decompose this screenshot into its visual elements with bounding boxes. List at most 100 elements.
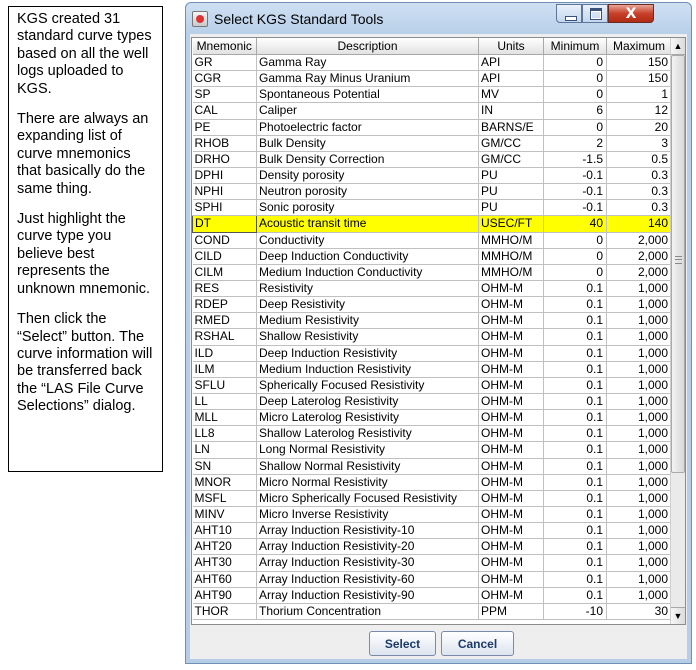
units-cell[interactable]: MMHO/M	[478, 264, 544, 281]
minimum-cell[interactable]: 0.1	[543, 458, 607, 475]
mnemonic-cell[interactable]: RDEP	[192, 296, 257, 314]
units-cell[interactable]: OHM-M	[478, 571, 544, 588]
maximum-cell[interactable]: 1,000	[606, 312, 672, 330]
mnemonic-cell[interactable]: ILM	[192, 361, 257, 378]
mnemonic-cell[interactable]: MLL	[192, 409, 257, 427]
maximum-cell[interactable]: 1,000	[606, 522, 672, 540]
description-cell[interactable]: Spherically Focused Resistivity	[256, 377, 479, 394]
maximum-cell[interactable]: 1,000	[606, 377, 672, 394]
maximum-cell[interactable]: 1,000	[606, 458, 672, 475]
mnemonic-cell[interactable]: AHT10	[192, 522, 257, 540]
table-row[interactable]: SN Shallow Normal Resistivity OHM-M 0.1 1,00…	[192, 458, 672, 475]
units-cell[interactable]: OHM-M	[478, 587, 544, 604]
minimum-cell[interactable]: 0.1	[543, 490, 607, 507]
minimum-cell[interactable]: 0	[543, 86, 607, 104]
table-row[interactable]: MINV Micro Inverse Resistivity OHM-M 0.1 1,0…	[192, 506, 672, 524]
description-cell[interactable]: Array Induction Resistivity-10	[256, 522, 479, 540]
mnemonic-cell[interactable]: MSFL	[192, 490, 257, 507]
minimum-cell[interactable]: 0.1	[543, 280, 607, 298]
maximum-cell[interactable]: 150	[606, 54, 672, 72]
description-cell[interactable]: Deep Laterolog Resistivity	[256, 393, 479, 411]
title-bar[interactable]: Select KGS Standard Tools X	[186, 3, 691, 33]
mnemonic-cell[interactable]: AHT30	[192, 554, 257, 572]
minimum-cell[interactable]: 0.1	[543, 328, 607, 346]
header-description[interactable]: Description	[256, 38, 479, 55]
header-minimum[interactable]: Minimum	[543, 38, 607, 55]
description-cell[interactable]: Array Induction Resistivity-90	[256, 587, 479, 604]
maximum-cell[interactable]: 1,000	[606, 506, 672, 524]
table-row[interactable]: ILD Deep Induction Resistivity OHM-M 0.1 1,0…	[192, 345, 672, 362]
description-cell[interactable]: Micro Normal Resistivity	[256, 474, 479, 491]
table-row[interactable]: AHT90 Array Induction Resistivity-90 OHM-M…	[192, 587, 672, 604]
mnemonic-cell[interactable]: CILM	[192, 264, 257, 281]
header-maximum[interactable]: Maximum	[606, 38, 672, 55]
description-cell[interactable]: Deep Induction Conductivity	[256, 248, 479, 265]
maximum-cell[interactable]: 140	[606, 215, 672, 233]
description-cell[interactable]: Long Normal Resistivity	[256, 441, 479, 459]
table-row[interactable]: DT Acoustic transit time USEC/FT 40 140	[192, 215, 672, 233]
description-cell[interactable]: Array Induction Resistivity-60	[256, 571, 479, 588]
units-cell[interactable]: MMHO/M	[478, 232, 544, 249]
mnemonic-cell[interactable]: MNOR	[192, 474, 257, 491]
mnemonic-cell[interactable]: DRHO	[192, 151, 257, 168]
mnemonic-cell[interactable]: RHOB	[192, 135, 257, 152]
minimum-cell[interactable]: 0.1	[543, 425, 607, 443]
table-row[interactable]: LN Long Normal Resistivity OHM-M 0.1 1,000	[192, 441, 672, 459]
table-row[interactable]: GR Gamma Ray API 0 150	[192, 54, 672, 72]
minimum-cell[interactable]: 0	[543, 248, 607, 265]
table-row[interactable]: CILD Deep Induction Conductivity MMHO/M 0 2,…	[192, 248, 672, 265]
mnemonic-cell[interactable]: RSHAL	[192, 328, 257, 346]
description-cell[interactable]: Micro Spherically Focused Resistivity	[256, 490, 479, 507]
mnemonic-cell[interactable]: GR	[192, 54, 257, 72]
units-cell[interactable]: MV	[478, 86, 544, 104]
minimum-cell[interactable]: 6	[543, 102, 607, 120]
units-cell[interactable]: OHM-M	[478, 490, 544, 507]
mnemonic-cell[interactable]: AHT60	[192, 571, 257, 588]
table-row[interactable]: COND Conductivity MMHO/M 0 2,000	[192, 232, 672, 249]
vertical-scrollbar[interactable]: ▲ ▼	[670, 38, 685, 624]
minimum-cell[interactable]: 0.1	[543, 345, 607, 362]
java-app-icon[interactable]	[192, 11, 208, 27]
mnemonic-cell[interactable]: AHT20	[192, 538, 257, 556]
maximum-cell[interactable]: 1	[606, 86, 672, 104]
mnemonic-cell[interactable]: RES	[192, 280, 257, 298]
description-cell[interactable]: Density porosity	[256, 167, 479, 185]
description-cell[interactable]: Array Induction Resistivity-30	[256, 554, 479, 572]
minimum-cell[interactable]: -1.5	[543, 151, 607, 168]
units-cell[interactable]: OHM-M	[478, 312, 544, 330]
minimum-cell[interactable]: 0	[543, 264, 607, 281]
units-cell[interactable]: OHM-M	[478, 393, 544, 411]
maximum-cell[interactable]: 1,000	[606, 587, 672, 604]
cancel-button[interactable]: Cancel	[441, 631, 514, 656]
maximum-cell[interactable]: 1,000	[606, 393, 672, 411]
minimum-cell[interactable]: 0.1	[543, 409, 607, 427]
description-cell[interactable]: Medium Induction Resistivity	[256, 361, 479, 378]
mnemonic-cell[interactable]: COND	[192, 232, 257, 249]
maximum-cell[interactable]: 20	[606, 119, 672, 136]
units-cell[interactable]: IN	[478, 102, 544, 120]
units-cell[interactable]: OHM-M	[478, 296, 544, 314]
minimum-cell[interactable]: 0.1	[543, 312, 607, 330]
description-cell[interactable]: Shallow Resistivity	[256, 328, 479, 346]
maximum-cell[interactable]: 1,000	[606, 474, 672, 491]
minimum-cell[interactable]: 0	[543, 54, 607, 72]
table-row[interactable]: RMED Medium Resistivity OHM-M 0.1 1,000	[192, 312, 672, 330]
maximum-cell[interactable]: 1,000	[606, 538, 672, 556]
units-cell[interactable]: PU	[478, 183, 544, 201]
description-cell[interactable]: Resistivity	[256, 280, 479, 298]
minimum-cell[interactable]: 2	[543, 135, 607, 152]
description-cell[interactable]: Acoustic transit time	[256, 215, 479, 233]
mnemonic-cell[interactable]: CGR	[192, 70, 257, 88]
maximize-button[interactable]	[582, 4, 608, 23]
mnemonic-cell[interactable]: PE	[192, 119, 257, 136]
units-cell[interactable]: OHM-M	[478, 345, 544, 362]
description-cell[interactable]: Bulk Density	[256, 135, 479, 152]
minimum-cell[interactable]: -0.1	[543, 199, 607, 217]
minimum-cell[interactable]: 0.1	[543, 296, 607, 314]
table-row[interactable]: DRHO Bulk Density Correction GM/CC -1.5 0.5	[192, 151, 672, 168]
table-row[interactable]: AHT10 Array Induction Resistivity-10 OHM-M…	[192, 522, 672, 540]
maximum-cell[interactable]: 12	[606, 102, 672, 120]
maximum-cell[interactable]: 30	[606, 603, 672, 620]
select-button[interactable]: Select	[369, 631, 436, 656]
mnemonic-cell[interactable]: LN	[192, 441, 257, 459]
